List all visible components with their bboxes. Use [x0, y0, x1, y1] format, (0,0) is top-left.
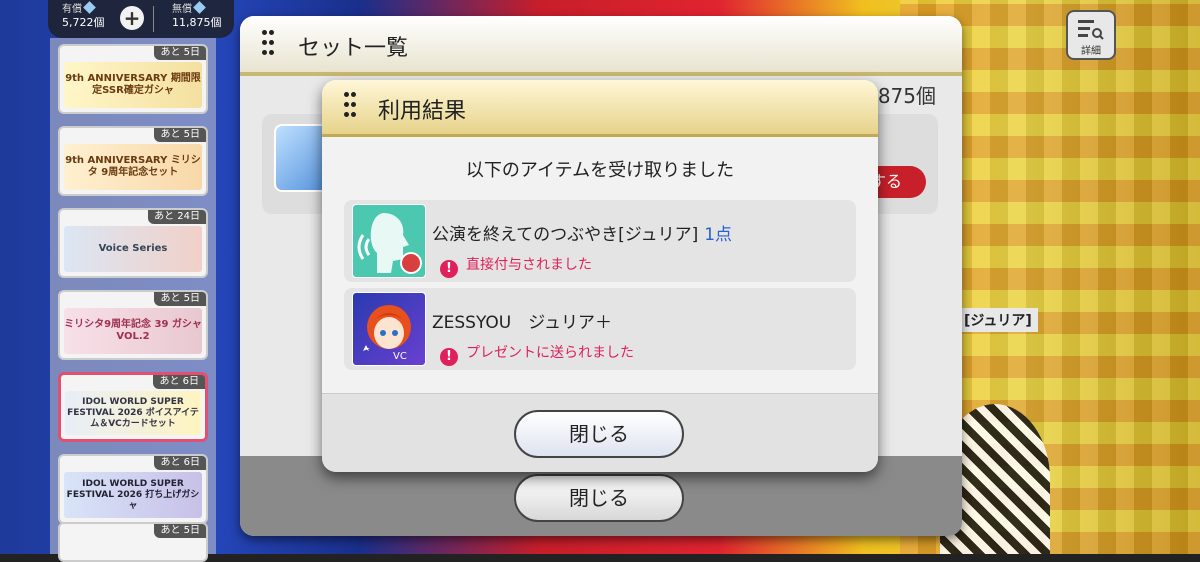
remaining-days-badge: あと 6日	[153, 375, 205, 389]
result-message: 以下のアイテムを受け取りました	[465, 160, 735, 181]
sidebar-item[interactable]: あと 5日 ミリシタ9周年記念 39 ガシャ VOL.2	[58, 290, 208, 360]
voice-item-thumbnail	[352, 204, 426, 278]
free-label: 無償	[172, 4, 192, 15]
idol-card-thumbnail: VC	[352, 292, 426, 366]
item-title: 公演を終えてのつぶやき[ジュリア]	[432, 225, 699, 245]
paid-value: 5,722個	[62, 16, 105, 29]
gem-icon	[83, 1, 96, 14]
item-status: ! プレゼントに送られました	[440, 342, 634, 366]
svg-text:VC: VC	[393, 351, 407, 362]
panel-title: セット一覧	[298, 36, 409, 61]
paid-label: 有償	[62, 4, 82, 15]
sidebar: あと 5日 9th ANNIVERSARY 期間限定SSR確定ガシャ あと 5日…	[50, 38, 216, 562]
sidebar-item-selected[interactable]: あと 6日 IDOL WORLD SUPER FESTIVAL 2026 ボイス…	[58, 372, 208, 442]
add-currency-button[interactable]: +	[120, 6, 144, 30]
paid-currency: 有償 5,722個	[62, 1, 105, 30]
banner-text: IDOL WORLD SUPER FESTIVAL 2026 打ち上げガシャ	[64, 472, 202, 518]
idol-portrait-icon: VC	[363, 305, 411, 362]
detail-button[interactable]: 詳細	[1066, 10, 1116, 60]
grip-icon	[262, 30, 274, 60]
speech-icon	[357, 213, 422, 274]
item-title: ZESSYOU ジュリア＋	[432, 313, 613, 333]
status-text: 直接付与されました	[466, 257, 592, 273]
currency-bar: 有償 5,722個 + 無償 11,875個	[48, 0, 234, 38]
banner-text: Voice Series	[64, 226, 202, 272]
status-text: プレゼントに送られました	[466, 345, 634, 361]
exclamation-icon: !	[440, 260, 458, 278]
result-item: 公演を終えてのつぶやき[ジュリア] 1点 ! 直接付与されました	[344, 200, 856, 282]
banner-text: 9th ANNIVERSARY 期間限定SSR確定ガシャ	[64, 62, 202, 108]
sidebar-item[interactable]: あと 5日 9th ANNIVERSARY ミリシタ 9周年記念セット	[58, 126, 208, 196]
divider	[153, 6, 154, 32]
list-search-icon	[1078, 18, 1104, 40]
remaining-days-badge: あと 5日	[154, 128, 206, 142]
item-name: ZESSYOU ジュリア＋	[432, 308, 612, 333]
item-status: ! 直接付与されました	[440, 254, 592, 278]
banner-text: IDOL WORLD SUPER FESTIVAL 2026 ボイスアイテム＆V…	[65, 391, 201, 435]
item-quantity: 1点	[704, 225, 733, 245]
modal-title: 利用結果	[378, 99, 467, 124]
remaining-days-badge: あと 6日	[154, 456, 206, 470]
result-item: VC ZESSYOU ジュリア＋ ! プレゼントに送られました	[344, 288, 856, 370]
banner-text: ミリシタ9周年記念 39 ガシャ VOL.2	[64, 308, 202, 354]
free-currency: 無償 11,875個	[172, 1, 222, 30]
modal-header: 利用結果	[322, 80, 878, 137]
grip-icon	[344, 92, 356, 122]
gem-icon	[193, 1, 206, 14]
detail-label: 詳細	[1081, 46, 1101, 57]
item-name: 公演を終えてのつぶやき[ジュリア] 1点	[432, 220, 732, 245]
sidebar-item[interactable]: あと 24日 Voice Series	[58, 208, 208, 278]
panel-header: セット一覧	[240, 16, 962, 76]
remaining-days-badge: あと 24日	[148, 210, 206, 224]
panel-close-button[interactable]: 閉じる	[514, 474, 684, 522]
result-modal: 利用結果 以下のアイテムを受け取りました 公演を終えてのつぶやき[ジュリア] 1点…	[322, 80, 878, 472]
sidebar-item[interactable]: あと 5日	[58, 522, 208, 562]
remaining-days-badge: あと 5日	[154, 524, 206, 538]
banner-text: 9th ANNIVERSARY ミリシタ 9周年記念セット	[64, 144, 202, 190]
sidebar-item[interactable]: あと 6日 IDOL WORLD SUPER FESTIVAL 2026 打ち上…	[58, 454, 208, 524]
free-value: 11,875個	[172, 16, 222, 29]
background-label: [ジュリア]	[958, 308, 1038, 332]
remaining-days-badge: あと 5日	[154, 46, 206, 60]
sidebar-item[interactable]: あと 5日 9th ANNIVERSARY 期間限定SSR確定ガシャ	[58, 44, 208, 114]
exclamation-icon: !	[440, 348, 458, 366]
close-button[interactable]: 閉じる	[514, 410, 684, 458]
remaining-days-badge: あと 5日	[154, 292, 206, 306]
